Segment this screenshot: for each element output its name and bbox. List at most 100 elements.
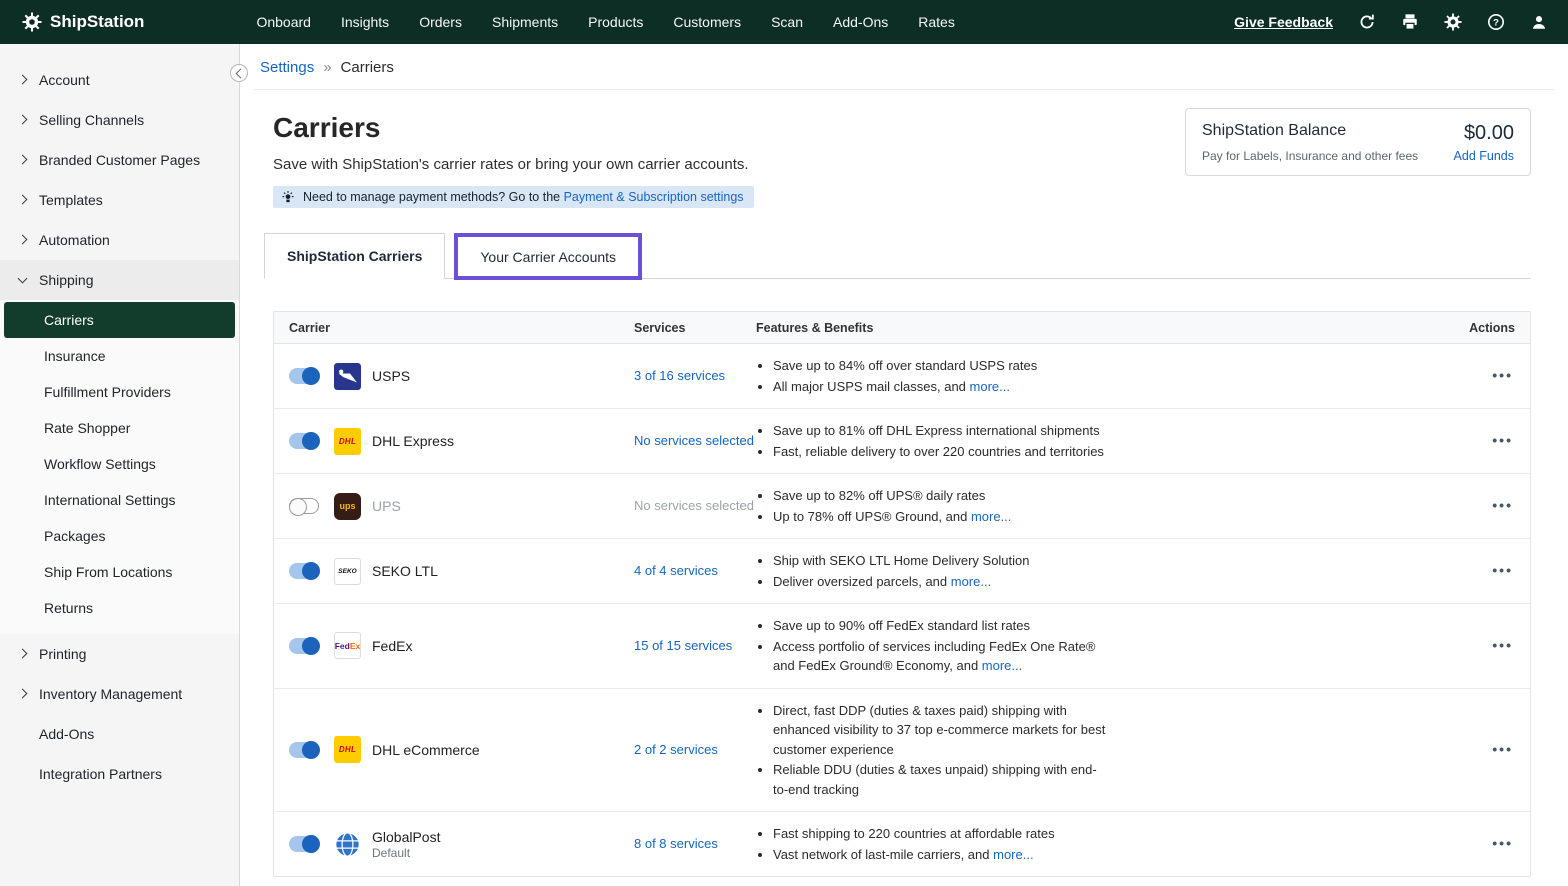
row-actions-menu[interactable] [1492, 367, 1513, 383]
sidebar-item-ship-from-locations[interactable]: Ship From Locations [0, 554, 239, 590]
carrier-toggle[interactable] [289, 368, 319, 384]
sidebar-item-label: Add-Ons [39, 726, 94, 742]
sidebar-item-inventory-management[interactable]: Inventory Management [0, 674, 239, 714]
sidebar-item-printing[interactable]: Printing [0, 634, 239, 674]
balance-title: ShipStation Balance [1202, 122, 1454, 145]
nav-item-rates[interactable]: Rates [918, 14, 955, 30]
shipping-submenu: Carriers Insurance Fulfillment Providers… [0, 300, 239, 634]
nav-item-products[interactable]: Products [588, 14, 643, 30]
balance-subtitle: Pay for Labels, Insurance and other fees [1202, 149, 1454, 163]
shipstation-logo[interactable]: ShipStation [22, 12, 144, 32]
column-services: Services [634, 321, 756, 335]
dhl-logo: DHL [334, 428, 361, 455]
services-link[interactable]: No services selected [634, 433, 754, 448]
tab-your-carrier-accounts[interactable]: Your Carrier Accounts [458, 237, 638, 276]
carrier-toggle[interactable] [289, 563, 319, 579]
carrier-name: FedEx [372, 638, 412, 654]
table-row-seko-ltl: SEKO SEKO LTL 4 of 4 services Ship with … [274, 538, 1530, 603]
sidebar-item-integration-partners[interactable]: Integration Partners [0, 754, 239, 794]
row-actions-menu[interactable] [1492, 562, 1513, 578]
top-nav-menu: Onboard Insights Orders Shipments Produc… [256, 14, 954, 30]
services-link[interactable]: 2 of 2 services [634, 742, 718, 757]
carrier-tabs: ShipStation Carriers Your Carrier Accoun… [264, 233, 1531, 279]
table-row-dhl-ecommerce: DHL DHL eCommerce 2 of 2 services Direct… [274, 688, 1530, 812]
breadcrumb-settings-link[interactable]: Settings [260, 59, 314, 76]
sidebar-item-shipping[interactable]: Shipping [0, 260, 239, 300]
sidebar-item-international-settings[interactable]: International Settings [0, 482, 239, 518]
sidebar-item-fulfillment-providers[interactable]: Fulfillment Providers [0, 374, 239, 410]
sidebar-item-templates[interactable]: Templates [0, 180, 239, 220]
carrier-toggle[interactable] [289, 836, 319, 852]
sidebar-item-rate-shopper[interactable]: Rate Shopper [0, 410, 239, 446]
print-icon[interactable] [1401, 13, 1419, 31]
carrier-toggle[interactable] [289, 742, 319, 758]
nav-item-shipments[interactable]: Shipments [492, 14, 558, 30]
help-icon[interactable]: ? [1487, 13, 1505, 31]
sidebar-item-label: Ship From Locations [44, 564, 172, 580]
sidebar-item-returns[interactable]: Returns [0, 590, 239, 626]
services-link[interactable]: 8 of 8 services [634, 836, 718, 851]
sidebar-item-label: Branded Customer Pages [39, 152, 200, 168]
give-feedback-link[interactable]: Give Feedback [1234, 14, 1333, 30]
breadcrumb-current: Carriers [341, 59, 394, 76]
carrier-toggle[interactable] [289, 433, 319, 449]
nav-item-orders[interactable]: Orders [419, 14, 462, 30]
row-actions-menu[interactable] [1492, 741, 1513, 757]
gear-icon[interactable] [1444, 13, 1462, 31]
chevron-right-icon [18, 115, 28, 125]
carrier-name: DHL eCommerce [372, 742, 480, 758]
services-link[interactable]: No services selected [634, 498, 754, 513]
sidebar-item-label: Templates [39, 192, 103, 208]
more-link[interactable]: more... [970, 379, 1010, 394]
services-link[interactable]: 3 of 16 services [634, 368, 725, 383]
sidebar-item-workflow-settings[interactable]: Workflow Settings [0, 446, 239, 482]
sidebar-item-branded-customer-pages[interactable]: Branded Customer Pages [0, 140, 239, 180]
sidebar-item-packages[interactable]: Packages [0, 518, 239, 554]
svg-text:?: ? [1493, 17, 1499, 28]
sidebar-item-addons[interactable]: Add-Ons [0, 714, 239, 754]
collapse-sidebar-button[interactable] [230, 64, 248, 82]
nav-item-onboard[interactable]: Onboard [256, 14, 310, 30]
refresh-icon[interactable] [1358, 13, 1376, 31]
sidebar-item-account[interactable]: Account [0, 60, 239, 100]
sidebar-item-automation[interactable]: Automation [0, 220, 239, 260]
services-link[interactable]: 15 of 15 services [634, 638, 732, 653]
table-row-ups: ups UPS No services selected Save up to … [274, 473, 1530, 538]
page-title: Carriers [273, 112, 754, 144]
row-actions-menu[interactable] [1492, 497, 1513, 513]
row-actions-menu[interactable] [1492, 835, 1513, 851]
sidebar-item-label: Fulfillment Providers [44, 384, 171, 400]
banner-text: Need to manage payment methods? Go to th… [303, 190, 564, 204]
more-link[interactable]: more... [982, 658, 1022, 673]
carrier-toggle[interactable] [289, 498, 319, 514]
row-actions-menu[interactable] [1492, 432, 1513, 448]
row-actions-menu[interactable] [1492, 637, 1513, 653]
nav-item-customers[interactable]: Customers [673, 14, 741, 30]
nav-item-addons[interactable]: Add-Ons [833, 14, 888, 30]
carrier-default-badge: Default [372, 846, 440, 860]
more-link[interactable]: more... [993, 847, 1033, 862]
table-row-fedex: FedEx FedEx 15 of 15 services Save up to… [274, 603, 1530, 688]
nav-item-insights[interactable]: Insights [341, 14, 389, 30]
payment-subscription-settings-link[interactable]: Payment & Subscription settings [564, 190, 744, 204]
sidebar-item-carriers[interactable]: Carriers [4, 302, 235, 338]
highlight-annotation-box: Your Carrier Accounts [454, 233, 642, 280]
breadcrumb-separator: » [323, 59, 331, 76]
column-features: Features & Benefits [756, 321, 1450, 335]
balance-amount: $0.00 [1454, 122, 1514, 145]
seko-logo: SEKO [334, 558, 361, 585]
sidebar-item-selling-channels[interactable]: Selling Channels [0, 100, 239, 140]
services-link[interactable]: 4 of 4 services [634, 563, 718, 578]
nav-item-scan[interactable]: Scan [771, 14, 803, 30]
carrier-toggle[interactable] [289, 638, 319, 654]
more-link[interactable]: more... [971, 509, 1011, 524]
sidebar-item-label: Insurance [44, 348, 105, 364]
carrier-name: USPS [372, 368, 410, 384]
add-funds-link[interactable]: Add Funds [1454, 149, 1514, 163]
more-link[interactable]: more... [951, 574, 991, 589]
tab-shipstation-carriers[interactable]: ShipStation Carriers [264, 233, 445, 279]
sidebar-item-insurance[interactable]: Insurance [0, 338, 239, 374]
sidebar-item-label: Carriers [44, 312, 94, 328]
chevron-right-icon [18, 195, 28, 205]
user-icon[interactable] [1530, 13, 1548, 31]
